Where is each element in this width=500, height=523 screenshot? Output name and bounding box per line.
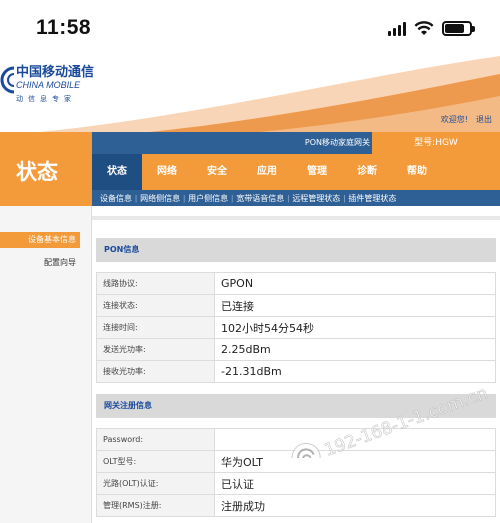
- status-time: 11:58: [36, 16, 92, 39]
- left-sidebar: 设备基本信息 配置向导: [0, 206, 92, 523]
- logo-chinese-text: 中国移动通信: [16, 65, 95, 80]
- register-section-header: 网关注册信息: [96, 394, 496, 418]
- nav-tab-network[interactable]: 网络: [142, 154, 192, 190]
- table-row: 线路协议: GPON: [96, 272, 496, 295]
- table-row: 管理(RMS)注册: 注册成功: [96, 494, 496, 517]
- table-row: 连接时间: 102小时54分54秒: [96, 316, 496, 339]
- device-model: 型号:HGW: [372, 132, 500, 154]
- row-value: GPON: [214, 272, 496, 295]
- row-key: 连接状态:: [96, 294, 215, 317]
- register-section-title: 网关注册信息: [104, 401, 152, 410]
- main-nav: 状态 网络 安全 应用 管理 诊断 帮助: [92, 154, 500, 190]
- row-value: 2.25dBm: [214, 338, 496, 361]
- row-key: Password:: [96, 428, 215, 451]
- nav-tab-application[interactable]: 应用: [242, 154, 292, 190]
- subnav-user-side-info[interactable]: 用户侧信息: [188, 193, 228, 204]
- row-key: 线路协议:: [96, 272, 215, 295]
- china-mobile-logo-icon: [0, 66, 14, 94]
- cellular-signal-icon: [388, 20, 406, 36]
- row-key: 管理(RMS)注册:: [96, 494, 215, 517]
- row-key: 接收光功率:: [96, 360, 215, 383]
- row-key: 连接时间:: [96, 316, 215, 339]
- content-top-bar: [92, 216, 500, 220]
- device-strip: PON移动家庭网关 型号:HGW: [92, 132, 500, 154]
- page-title: 状态: [16, 160, 58, 184]
- register-info-table: Password: OLT型号: 华为OLT 光路(OLT)认证: 已认证 管理(R…: [96, 428, 496, 517]
- page-title-box: 状态: [0, 132, 92, 206]
- battery-icon: [442, 20, 475, 36]
- row-value-redacted: [214, 428, 496, 451]
- sidebar-item-device-basic-info[interactable]: 设备基本信息: [0, 232, 80, 248]
- table-row: 发送光功率: 2.25dBm: [96, 338, 496, 361]
- pon-info-table: 线路协议: GPON 连接状态: 已连接 连接时间: 102小时54分54秒 发送光功…: [96, 272, 496, 383]
- logo-slogan: 动信息专家: [16, 95, 76, 103]
- pon-section-title: PON信息: [104, 245, 140, 254]
- sidebar-item-config-wizard[interactable]: 配置向导: [0, 256, 80, 270]
- logo-english-text: CHINA MOBILE: [16, 80, 81, 90]
- table-row: 连接状态: 已连接: [96, 294, 496, 317]
- subnav-device-info[interactable]: 设备信息: [100, 193, 132, 204]
- row-value: 102小时54分54秒: [214, 316, 496, 339]
- row-value: -21.31dBm: [214, 360, 496, 383]
- row-value: 已连接: [214, 294, 496, 317]
- nav-tab-help[interactable]: 帮助: [392, 154, 442, 190]
- sub-nav: 设备信息 | 网络侧信息 | 用户侧信息 | 宽带语音信息 | 远程管理状态 | 插件管理…: [92, 190, 500, 206]
- subnav-broadband-voice-info[interactable]: 宽带语音信息: [236, 193, 284, 204]
- row-value: 注册成功: [214, 494, 496, 517]
- row-value: 已认证: [214, 472, 496, 495]
- nav-tab-management[interactable]: 管理: [292, 154, 342, 190]
- nav-tab-status[interactable]: 状态: [92, 154, 142, 190]
- china-mobile-logo: 中国移动通信 CHINA MOBILE 动信息专家: [0, 66, 94, 104]
- subnav-remote-management-status[interactable]: 远程管理状态: [292, 193, 340, 204]
- logout-link[interactable]: 退出: [476, 114, 492, 125]
- row-value: 华为OLT: [214, 450, 496, 473]
- table-row: OLT型号: 华为OLT: [96, 450, 496, 473]
- table-row: 光路(OLT)认证: 已认证: [96, 472, 496, 495]
- subnav-network-side-info[interactable]: 网络侧信息: [140, 193, 180, 204]
- router-header: 中国移动通信 CHINA MOBILE 动信息专家 欢迎您! 退出: [0, 56, 500, 132]
- main-content: PON信息 线路协议: GPON 连接状态: 已连接 连接时间: 102小时54分54…: [92, 206, 500, 523]
- status-bar: 11:58: [0, 0, 500, 56]
- pon-section-header: PON信息: [96, 238, 496, 262]
- device-name: PON移动家庭网关: [304, 138, 370, 147]
- row-key: 光路(OLT)认证:: [96, 472, 215, 495]
- welcome-link[interactable]: 欢迎您!: [441, 114, 468, 125]
- nav-tab-security[interactable]: 安全: [192, 154, 242, 190]
- header-links: 欢迎您! 退出: [441, 114, 492, 125]
- wifi-icon: [414, 21, 434, 35]
- row-key: 发送光功率:: [96, 338, 215, 361]
- subnav-plugin-management-status[interactable]: 插件管理状态: [348, 193, 396, 204]
- row-key: OLT型号:: [96, 450, 215, 473]
- nav-tab-diagnostics[interactable]: 诊断: [342, 154, 392, 190]
- table-row: 接收光功率: -21.31dBm: [96, 360, 496, 383]
- table-row: Password:: [96, 428, 496, 451]
- status-icons: [388, 20, 475, 36]
